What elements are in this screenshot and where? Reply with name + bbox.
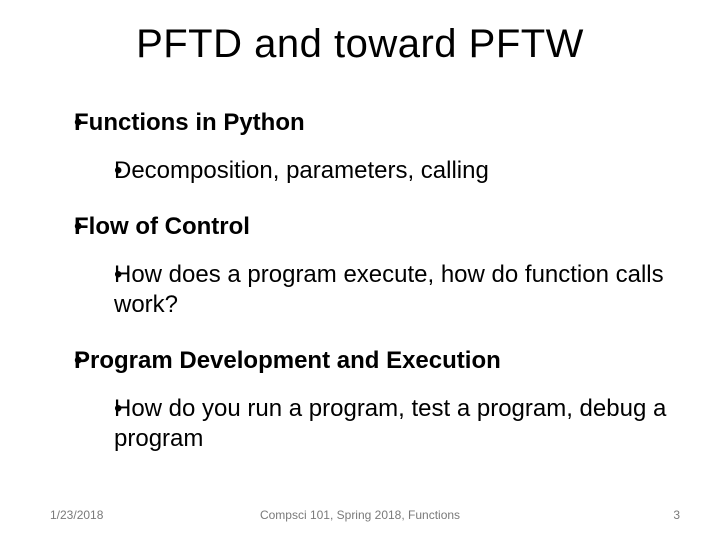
bullet-label: Program Development and Execution	[74, 347, 501, 374]
slide-content: Functions in Python Decomposition, param…	[50, 108, 680, 480]
bullet-list: Functions in Python Decomposition, param…	[50, 108, 680, 454]
sub-bullet-list: How do you run a program, test a program…	[74, 394, 680, 454]
bullet-item: Flow of Control How does a program execu…	[74, 212, 680, 320]
sub-bullet-list: Decomposition, parameters, calling	[74, 156, 680, 186]
sub-bullet-list: How does a program execute, how do funct…	[74, 260, 680, 320]
footer-center: Compsci 101, Spring 2018, Functions	[0, 508, 720, 522]
footer-page-number: 3	[673, 508, 680, 522]
bullet-item: Functions in Python Decomposition, param…	[74, 108, 680, 186]
sub-bullet-item: How do you run a program, test a program…	[114, 394, 680, 454]
bullet-label: Functions in Python	[74, 109, 305, 136]
bullet-item: Program Development and Execution How do…	[74, 346, 680, 454]
slide: PFTD and toward PFTW Functions in Python…	[0, 0, 720, 540]
bullet-label: Flow of Control	[74, 213, 250, 240]
sub-bullet-item: Decomposition, parameters, calling	[114, 156, 680, 186]
slide-title: PFTD and toward PFTW	[0, 22, 720, 67]
sub-bullet-item: How does a program execute, how do funct…	[114, 260, 680, 320]
